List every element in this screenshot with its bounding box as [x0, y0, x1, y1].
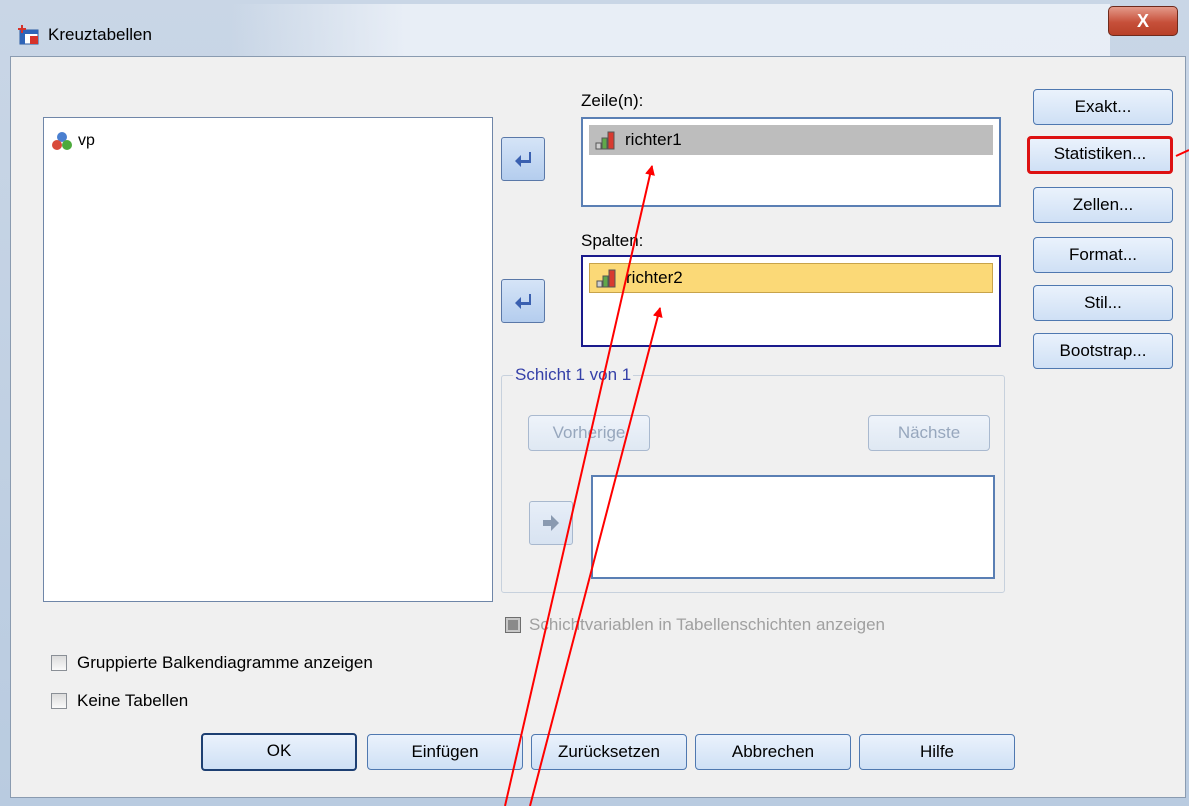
- no-tables-label: Keine Tabellen: [77, 691, 189, 710]
- dialog-client: vp Zeile(n): richter1 Spalten: richter2 …: [10, 56, 1186, 798]
- ordinal-variable-icon: [595, 131, 615, 150]
- ok-button[interactable]: OK: [201, 733, 357, 771]
- title-blur: [230, 4, 1110, 60]
- layer-list[interactable]: [591, 475, 995, 579]
- ordinal-variable-icon: [596, 269, 616, 288]
- help-button[interactable]: Hilfe: [859, 734, 1015, 770]
- move-layer-button[interactable]: [529, 501, 573, 545]
- exact-button[interactable]: Exakt...: [1033, 89, 1173, 125]
- rows-list[interactable]: richter1: [581, 117, 1001, 207]
- nominal-variable-icon: [52, 132, 72, 150]
- crosstabs-icon: [18, 25, 39, 45]
- column-variable-label: richter2: [626, 268, 683, 287]
- move-columns-button[interactable]: [501, 279, 545, 323]
- cancel-button[interactable]: Abbrechen: [695, 734, 851, 770]
- layer-vars-label: Schichtvariablen in Tabellenschichten an…: [529, 615, 885, 634]
- columns-label: Spalten:: [581, 231, 644, 250]
- layer-group-title: Schicht 1 von 1: [513, 365, 634, 385]
- bar-charts-checkbox[interactable]: [51, 655, 67, 671]
- dialog-window: Kreuztabellen X vp Zeile(n): richter1 Sp…: [0, 0, 1189, 806]
- bootstrap-button[interactable]: Bootstrap...: [1033, 333, 1173, 369]
- style-button[interactable]: Stil...: [1033, 285, 1173, 321]
- next-layer-button[interactable]: Nächste: [868, 415, 990, 451]
- window-title: Kreuztabellen: [48, 25, 152, 44]
- variable-list[interactable]: vp: [43, 117, 493, 602]
- bar-charts-label: Gruppierte Balkendiagramme anzeigen: [77, 653, 373, 672]
- paste-button[interactable]: Einfügen: [367, 734, 523, 770]
- layer-vars-checkbox[interactable]: [505, 617, 521, 633]
- cells-button[interactable]: Zellen...: [1033, 187, 1173, 223]
- title-bar: Kreuztabellen X: [0, 0, 1189, 60]
- variable-label: vp: [78, 132, 95, 149]
- rows-label: Zeile(n):: [581, 91, 644, 110]
- move-arrow-icon: [515, 294, 531, 309]
- row-variable-item[interactable]: richter1: [589, 125, 993, 155]
- reset-button[interactable]: Zurücksetzen: [531, 734, 687, 770]
- previous-layer-button[interactable]: Vorherige: [528, 415, 650, 451]
- columns-list[interactable]: richter2: [581, 255, 1001, 347]
- move-rows-button[interactable]: [501, 137, 545, 181]
- row-variable-label: richter1: [625, 130, 682, 149]
- variable-item[interactable]: vp: [52, 130, 95, 152]
- move-arrow-icon: [543, 515, 559, 531]
- no-tables-checkbox[interactable]: [51, 693, 67, 709]
- move-arrow-icon: [515, 152, 531, 167]
- format-button[interactable]: Format...: [1033, 237, 1173, 273]
- statistics-button[interactable]: Statistiken...: [1027, 136, 1173, 174]
- close-button[interactable]: X: [1108, 6, 1178, 36]
- column-variable-item[interactable]: richter2: [589, 263, 993, 293]
